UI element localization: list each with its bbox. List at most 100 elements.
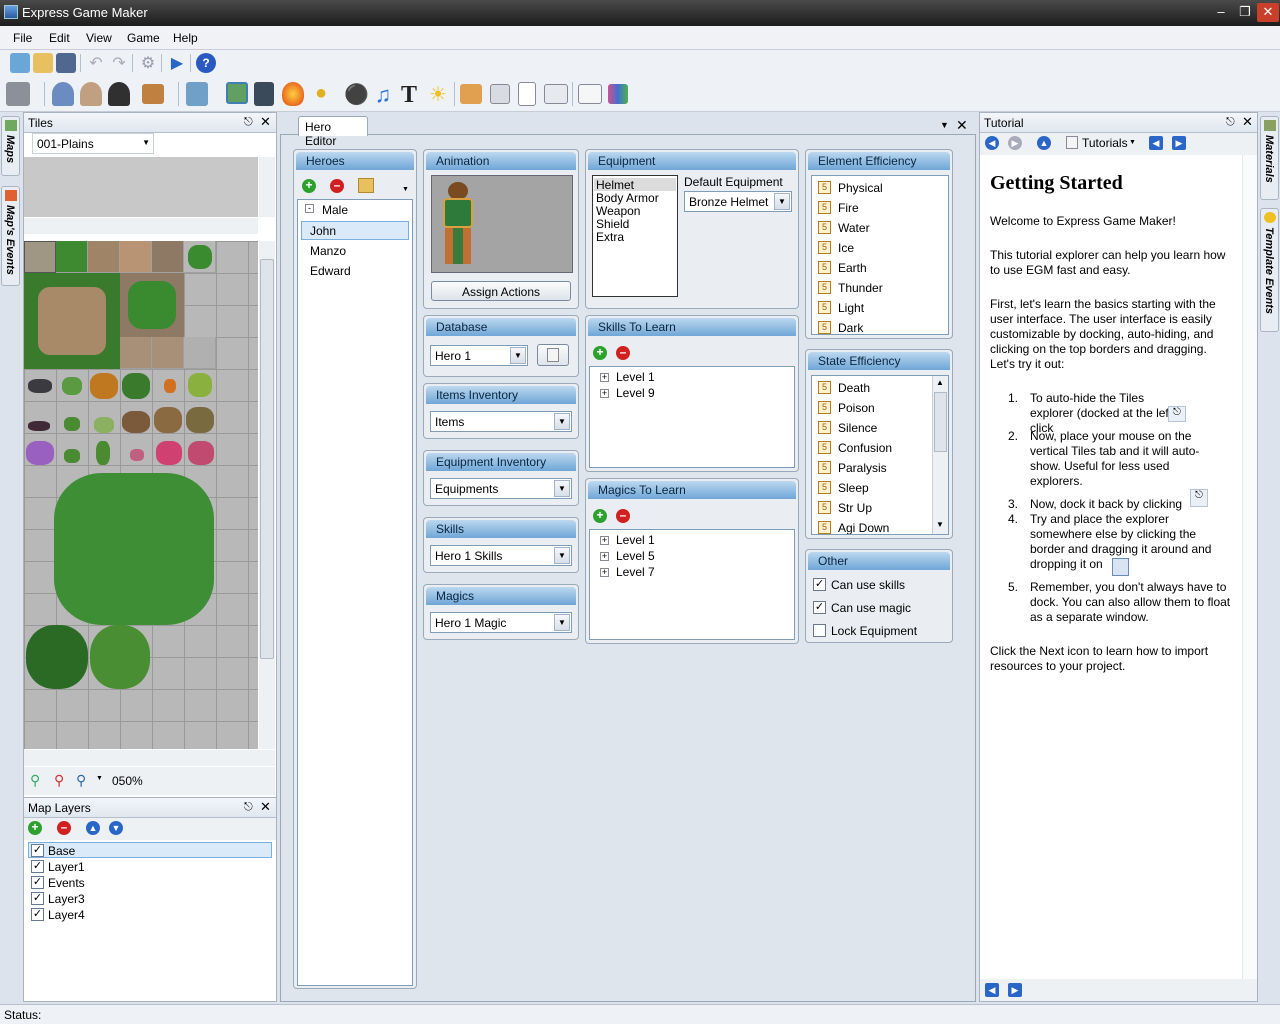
tile-grass-patch[interactable] (120, 273, 184, 337)
move-up-icon[interactable]: ▲ (86, 821, 100, 835)
efficiency-rank-icon[interactable]: 5 (818, 381, 831, 394)
tile-rocks[interactable] (28, 379, 52, 393)
speech-bubble-icon[interactable]: ⚫ (344, 82, 369, 106)
tiles-vscrollbar[interactable] (259, 241, 275, 749)
open-folder-icon[interactable] (33, 53, 53, 73)
tile-reed[interactable] (96, 441, 110, 465)
tile-log[interactable] (122, 411, 150, 433)
scroll-down-icon[interactable]: ▼ (936, 520, 944, 529)
close-button[interactable]: ✕ (1257, 3, 1279, 22)
skill-level-item[interactable]: Level 1 (616, 370, 655, 384)
can-use-magic-label[interactable]: Can use magic (831, 601, 911, 615)
add-skill-icon[interactable]: + (593, 346, 607, 360)
tile-bush-autumn[interactable] (90, 373, 118, 399)
help-icon[interactable]: ? (196, 53, 216, 73)
assign-actions-button[interactable]: Assign Actions (431, 281, 571, 301)
menu-game[interactable]: Game (127, 31, 160, 45)
maximize-button[interactable]: ❐ (1234, 3, 1256, 22)
layout-icon[interactable] (578, 84, 602, 104)
remove-layer-icon[interactable]: – (57, 821, 71, 835)
tutorial-scrollbar[interactable] (1242, 155, 1257, 981)
efficiency-rank-icon[interactable]: 5 (818, 201, 831, 214)
skill-level-item[interactable]: Level 9 (616, 386, 655, 400)
expand-icon[interactable]: + (600, 536, 609, 545)
text-icon[interactable]: T (398, 82, 420, 108)
efficiency-rank-icon[interactable]: 5 (818, 401, 831, 414)
forward-icon[interactable]: ▶ (1008, 136, 1022, 150)
tile-pebbles3[interactable] (184, 337, 216, 369)
maps-tab[interactable]: Maps (1, 116, 20, 176)
tile-pebbles[interactable] (120, 337, 152, 369)
tiles-hscrollbar[interactable] (24, 750, 275, 766)
tile-fern[interactable] (184, 241, 216, 273)
can-use-skills-label[interactable]: Can use skills (831, 578, 905, 592)
items-inventory-select[interactable]: Items ▼ (430, 411, 572, 432)
layer3-checkbox[interactable]: ✓ (31, 892, 44, 905)
state-list-scrollbar[interactable]: ▲ ▼ (932, 376, 948, 534)
expand-icon[interactable]: + (600, 389, 609, 398)
menu-file[interactable]: File (13, 31, 32, 45)
zoom-out-icon[interactable]: ⚲ (54, 772, 64, 789)
hero-item-manzo[interactable]: Manzo (310, 244, 346, 258)
skills-select[interactable]: Hero 1 Skills ▼ (430, 545, 572, 566)
list-window-icon[interactable] (544, 84, 568, 104)
tile-selected[interactable] (24, 241, 56, 273)
add-magic-icon[interactable]: + (593, 509, 607, 523)
back-icon[interactable]: ◀ (985, 136, 999, 150)
add-layer-icon[interactable]: + (28, 821, 42, 835)
chevron-down-icon[interactable]: ▼ (1129, 139, 1136, 146)
scroll-thumb[interactable] (934, 392, 947, 452)
zoom-in-icon[interactable]: ⚲ (30, 772, 40, 789)
close-icon[interactable]: ✕ (1242, 114, 1253, 130)
previous-page-icon[interactable]: ◀ (985, 983, 999, 997)
tile-palm[interactable] (90, 625, 150, 689)
slot-weapon[interactable]: Weapon (596, 204, 640, 218)
efficiency-rank-icon[interactable]: 5 (818, 321, 831, 334)
database-icon[interactable] (6, 82, 30, 106)
document-icon[interactable] (518, 82, 536, 106)
lock-equipment-checkbox[interactable] (813, 624, 826, 637)
edit-icon[interactable] (186, 82, 208, 106)
tile-dirt[interactable] (88, 241, 120, 273)
magics-select[interactable]: Hero 1 Magic ▼ (430, 612, 572, 633)
efficiency-rank-icon[interactable]: 5 (818, 241, 831, 254)
add-hero-icon[interactable]: + (302, 179, 316, 193)
music-icon[interactable]: ♫ (372, 82, 394, 107)
chevron-down-icon[interactable]: ▼ (96, 775, 103, 782)
efficiency-rank-icon[interactable]: 5 (818, 501, 831, 514)
zoom-select-icon[interactable]: ⚲ (76, 772, 86, 789)
import-icon[interactable] (460, 84, 482, 104)
default-equipment-select[interactable]: Bronze Helmet ▼ (684, 191, 792, 212)
magic-level-item[interactable]: Level 5 (616, 549, 655, 563)
tile-flowers-yellow[interactable] (188, 373, 212, 397)
tile-pebbles2[interactable] (152, 337, 184, 369)
tile-dirt-grass[interactable] (152, 241, 184, 273)
efficiency-rank-icon[interactable]: 5 (818, 281, 831, 294)
slot-body-armor[interactable]: Body Armor (596, 191, 659, 205)
layer4-label[interactable]: Layer4 (48, 908, 85, 922)
resource-icon[interactable] (490, 84, 510, 104)
image-icon[interactable] (226, 82, 248, 104)
efficiency-rank-icon[interactable]: 5 (818, 461, 831, 474)
tile-plant[interactable] (62, 377, 82, 395)
pin-icon[interactable]: ⎋ (1226, 116, 1235, 129)
tile-grass-tuft[interactable] (94, 417, 114, 433)
layer-events-checkbox[interactable]: ✓ (31, 876, 44, 889)
tile-bush[interactable] (122, 373, 150, 399)
tile-flower-pink[interactable] (130, 449, 144, 461)
remove-skill-icon[interactable]: – (616, 346, 630, 360)
lightbulb-icon[interactable]: ☀ (428, 82, 448, 106)
slot-helmet[interactable]: Helmet (596, 178, 634, 192)
collapse-icon[interactable]: - (305, 204, 314, 213)
efficiency-rank-icon[interactable]: 5 (818, 441, 831, 454)
layer1-checkbox[interactable]: ✓ (31, 860, 44, 873)
remove-magic-icon[interactable]: – (616, 509, 630, 523)
preview-scrollbar[interactable] (259, 157, 275, 217)
tile-flowers-red[interactable] (156, 441, 182, 465)
tab-hero-editor[interactable]: Hero Editor (298, 116, 368, 148)
palette-icon[interactable] (608, 84, 628, 104)
lock-equipment-label[interactable]: Lock Equipment (831, 624, 917, 638)
layer-base-checkbox[interactable]: ✓ (31, 844, 44, 857)
menu-edit[interactable]: Edit (49, 31, 70, 45)
home-up-icon[interactable]: ▲ (1037, 136, 1051, 150)
